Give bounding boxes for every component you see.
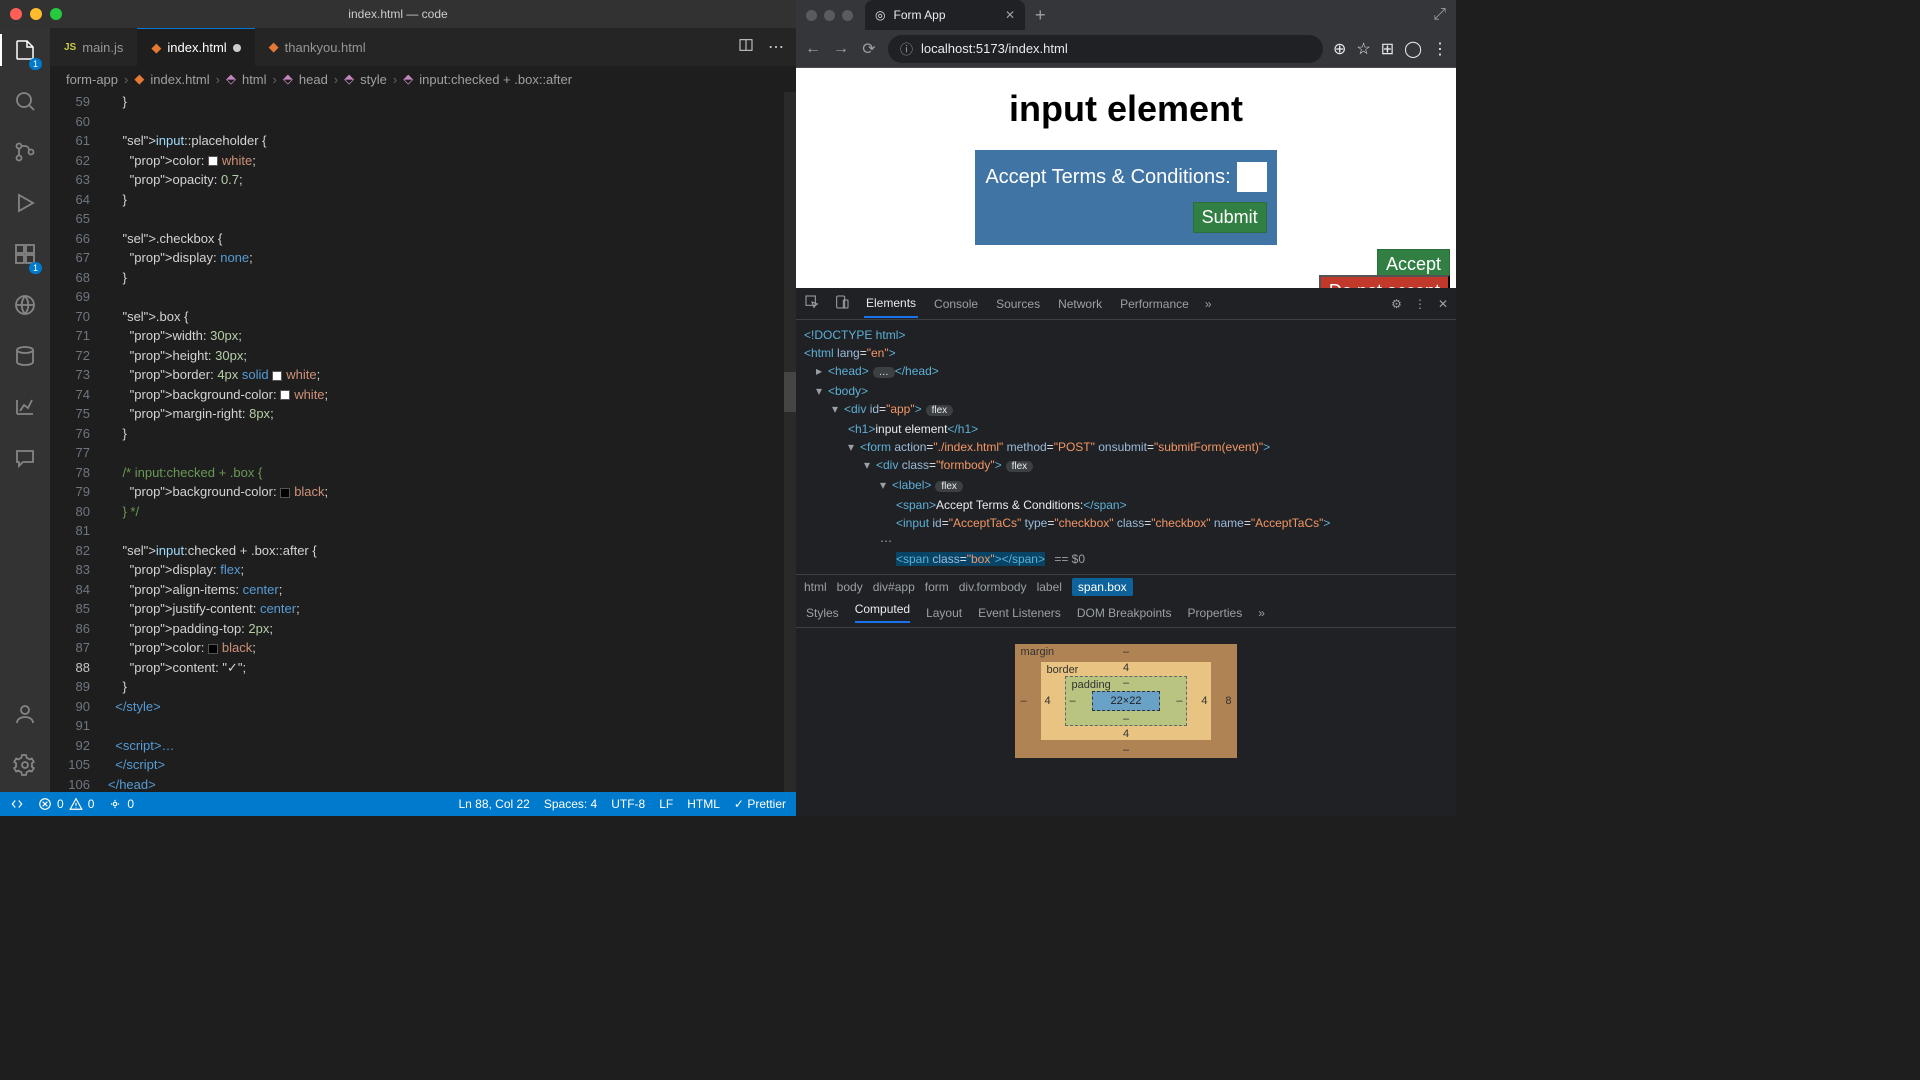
explorer-icon[interactable]: 1 (13, 38, 37, 67)
devtab-network[interactable]: Network (1056, 291, 1104, 317)
devtab-performance[interactable]: Performance (1118, 291, 1191, 317)
devtools-close-icon[interactable]: ✕ (1438, 297, 1448, 311)
dom-path-bar[interactable]: html body div#app form div.formbody labe… (796, 574, 1456, 598)
subtab-styles[interactable]: Styles (806, 606, 839, 620)
close-window[interactable] (10, 8, 22, 20)
devtab-sources[interactable]: Sources (994, 291, 1042, 317)
elements-tree[interactable]: <!DOCTYPE html> <html lang="en"> ▸<head>… (796, 320, 1456, 574)
minimize-window[interactable] (30, 8, 42, 20)
styles-subtabs: Styles Computed Layout Event Listeners D… (796, 598, 1456, 628)
zoom-icon[interactable]: ⊕ (1333, 39, 1346, 59)
devtabs-overflow-icon[interactable]: » (1205, 297, 1212, 311)
activity-bar: 1 1 (0, 28, 50, 792)
vscode-window: index.html — code 1 1 JSmain.js ◆index.h… (0, 0, 796, 816)
subtab-computed[interactable]: Computed (855, 602, 910, 623)
minimap[interactable] (784, 92, 796, 792)
window-title: index.html — code (348, 7, 447, 21)
encoding-status[interactable]: UTF-8 (611, 797, 645, 811)
deny-button[interactable]: Do not accept (1319, 275, 1450, 288)
remote-status[interactable] (10, 797, 24, 811)
reload-button[interactable]: ⟳ (860, 39, 878, 59)
checkbox-label: Accept Terms & Conditions: (985, 166, 1230, 189)
maximize-window[interactable] (50, 8, 62, 20)
lang-status[interactable]: HTML (687, 797, 720, 811)
browser-tab[interactable]: ◎Form App✕ (865, 0, 1025, 30)
back-button[interactable]: ← (804, 40, 822, 58)
chrome-max[interactable] (842, 10, 853, 21)
extensions-icon[interactable]: 1 (13, 242, 37, 271)
prettier-status[interactable]: ✓ Prettier (734, 797, 786, 811)
more-actions-icon[interactable]: ⋯ (768, 37, 784, 58)
chrome-min[interactable] (824, 10, 835, 21)
profile-icon[interactable]: ◯ (1404, 39, 1422, 59)
devtab-elements[interactable]: Elements (864, 290, 918, 318)
subtab-layout[interactable]: Layout (926, 606, 962, 620)
vscode-title-bar: index.html — code (0, 0, 796, 28)
subtabs-overflow-icon[interactable]: » (1258, 606, 1265, 620)
fullscreen-icon[interactable]: ⤢ (1433, 6, 1446, 24)
chrome-close[interactable] (806, 10, 817, 21)
comment-icon[interactable] (13, 446, 37, 475)
page-heading: input element (1009, 88, 1243, 130)
favicon-icon: ◎ (875, 8, 885, 22)
devtools-tabs: Elements Console Sources Network Perform… (796, 288, 1456, 320)
chrome-title-bar: ◎Form App✕ + ⤢ (796, 0, 1456, 30)
tab-thankyou[interactable]: ◆thankyou.html (255, 28, 380, 66)
graph-icon[interactable] (13, 395, 37, 424)
box-model-diagram: margin – 8 – – border 4 4 4 4 padding – … (796, 628, 1456, 816)
breadcrumb[interactable]: form-app› ◆index.html› ⬘html› ⬘head› ⬘st… (50, 66, 796, 92)
devtools: Elements Console Sources Network Perform… (796, 288, 1456, 816)
address-bar[interactable]: ⓘlocalhost:5173/index.html (888, 35, 1323, 63)
subtab-properties[interactable]: Properties (1188, 606, 1243, 620)
custom-checkbox[interactable] (1237, 162, 1267, 192)
subtab-eventlisteners[interactable]: Event Listeners (978, 606, 1061, 620)
tab-index[interactable]: ◆index.html (137, 28, 254, 66)
chrome-window: ◎Form App✕ + ⤢ ← → ⟳ ⓘlocalhost:5173/ind… (796, 0, 1456, 816)
status-bar: 0 0 0 Ln 88, Col 22 Spaces: 4 UTF-8 LF H… (0, 792, 796, 816)
site-info-icon[interactable]: ⓘ (900, 39, 913, 58)
ports-status[interactable]: 0 (108, 797, 134, 811)
window-controls (10, 8, 62, 20)
forward-button[interactable]: → (832, 40, 850, 58)
menu-icon[interactable]: ⋮ (1432, 39, 1448, 59)
split-editor-icon[interactable] (738, 37, 754, 58)
db-icon[interactable] (13, 344, 37, 373)
problems-status[interactable]: 0 0 (38, 797, 94, 811)
editor-group: JSmain.js ◆index.html ◆thankyou.html ⋯ f… (50, 28, 796, 792)
tab-mainjs[interactable]: JSmain.js (50, 28, 137, 66)
editor-tabs: JSmain.js ◆index.html ◆thankyou.html ⋯ (50, 28, 796, 66)
extensions-puzzle-icon[interactable]: ⊞ (1381, 39, 1394, 59)
submit-button[interactable]: Submit (1193, 202, 1267, 233)
devtab-console[interactable]: Console (932, 291, 980, 317)
device-toggle-icon[interactable] (834, 294, 850, 313)
cursor-position[interactable]: Ln 88, Col 22 (458, 797, 529, 811)
remote-icon[interactable] (13, 293, 37, 322)
form-box: Accept Terms & Conditions: Submit (975, 150, 1276, 245)
indent-status[interactable]: Spaces: 4 (544, 797, 597, 811)
bookmark-icon[interactable]: ☆ (1356, 39, 1370, 59)
search-icon[interactable] (13, 89, 37, 118)
browser-toolbar: ← → ⟳ ⓘlocalhost:5173/index.html ⊕ ☆ ⊞ ◯… (796, 30, 1456, 68)
settings-gear-icon[interactable] (13, 753, 37, 782)
rendered-page: input element Accept Terms & Conditions:… (796, 68, 1456, 288)
eol-status[interactable]: LF (659, 797, 673, 811)
subtab-dombreakpoints[interactable]: DOM Breakpoints (1077, 606, 1172, 620)
code-editor[interactable]: 5960616263646566676869707172737475767778… (50, 92, 796, 792)
modified-dot-icon (233, 44, 241, 52)
run-debug-icon[interactable] (13, 191, 37, 220)
account-icon[interactable] (13, 702, 37, 731)
close-tab-icon[interactable]: ✕ (1005, 8, 1015, 22)
devtools-settings-icon[interactable]: ⚙ (1391, 297, 1402, 311)
inspect-icon[interactable] (804, 294, 820, 313)
source-control-icon[interactable] (13, 140, 37, 169)
devtools-menu-icon[interactable]: ⋮ (1414, 297, 1426, 311)
vscode-body: 1 1 JSmain.js ◆index.html ◆thankyou.html… (0, 28, 796, 792)
new-tab-button[interactable]: + (1035, 5, 1046, 26)
